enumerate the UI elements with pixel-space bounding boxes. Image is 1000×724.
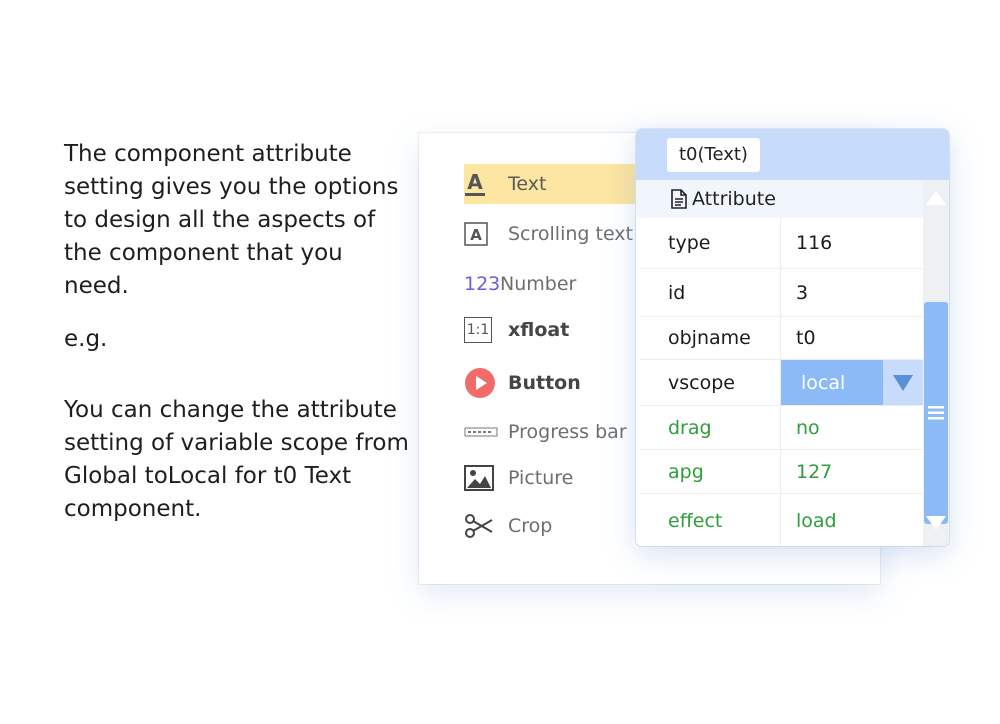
- scroll-up-arrow-icon[interactable]: [926, 191, 946, 205]
- scrolling-text-icon: A: [464, 222, 498, 246]
- tool-item-text[interactable]: A Text: [464, 164, 639, 204]
- progress-bar-icon: [464, 427, 498, 437]
- tool-label: Number: [500, 273, 577, 295]
- tool-item-crop[interactable]: Crop: [464, 506, 664, 546]
- attribute-value[interactable]: no: [781, 406, 923, 449]
- description-paragraph-3: You can change the attribute setting of …: [64, 397, 409, 522]
- attribute-value[interactable]: 3: [781, 269, 923, 316]
- attribute-section-label: Attribute: [692, 188, 776, 210]
- attribute-key: id: [640, 269, 781, 316]
- vscope-value: local: [801, 371, 846, 394]
- attribute-key: type: [640, 218, 781, 268]
- dropdown-toggle[interactable]: [883, 360, 923, 405]
- scrollbar-thumb[interactable]: [924, 302, 948, 524]
- scissors-icon: [464, 513, 498, 539]
- attribute-row-apg[interactable]: apg 127: [640, 450, 923, 494]
- scroll-down-arrow-icon[interactable]: [926, 516, 946, 530]
- attribute-scrollbar[interactable]: [923, 180, 949, 546]
- attribute-key: drag: [640, 406, 781, 449]
- number-123-icon: 123: [464, 273, 501, 295]
- attribute-row-type[interactable]: type 116: [640, 218, 923, 269]
- attribute-value[interactable]: 127: [781, 450, 923, 493]
- attribute-row-objname[interactable]: objname t0: [640, 317, 923, 360]
- tool-label: xfloat: [508, 319, 570, 341]
- attribute-key: vscope: [640, 360, 781, 405]
- svg-text:A: A: [470, 226, 482, 244]
- attribute-panel-header: t0(Text): [636, 129, 949, 180]
- attribute-row-vscope[interactable]: vscope local: [640, 360, 923, 406]
- tool-item-picture[interactable]: Picture: [464, 458, 664, 498]
- attribute-table: type 116 id 3 objname t0 vscope local dr…: [640, 218, 923, 546]
- tool-item-xfloat[interactable]: 1:1 xfloat: [464, 310, 664, 350]
- play-button-icon: [464, 367, 498, 399]
- vscope-select[interactable]: local: [781, 360, 923, 405]
- attribute-panel: t0(Text) Attribute type 116 id 3 objname…: [636, 129, 949, 546]
- attribute-key: objname: [640, 317, 781, 359]
- picture-icon: [464, 465, 498, 491]
- grip-lines-icon: [928, 406, 944, 420]
- text-underline-icon: A: [464, 171, 498, 197]
- attribute-row-effect[interactable]: effect load: [640, 494, 923, 546]
- attribute-value[interactable]: load: [781, 494, 923, 546]
- attribute-row-drag[interactable]: drag no: [640, 406, 923, 450]
- triangle-down-icon: [893, 374, 913, 391]
- svg-text:A: A: [467, 171, 483, 194]
- attribute-value[interactable]: 116: [781, 218, 923, 268]
- tool-item-progress-bar[interactable]: Progress bar: [464, 412, 664, 452]
- tool-label: Text: [508, 173, 547, 195]
- tool-label: Button: [508, 372, 581, 394]
- object-title: t0(Text): [667, 138, 760, 172]
- attribute-key: effect: [640, 494, 781, 546]
- tool-label: Scrolling text: [508, 223, 634, 245]
- attribute-key: apg: [640, 450, 781, 493]
- description-paragraph-2: e.g.: [64, 326, 108, 352]
- document-icon: [671, 189, 687, 209]
- ratio-1-1-icon: 1:1: [464, 317, 498, 343]
- attribute-section-header: Attribute: [636, 180, 949, 218]
- tool-label: Crop: [508, 515, 553, 537]
- tool-item-scrolling-text[interactable]: A Scrolling text: [464, 214, 664, 254]
- attribute-value[interactable]: t0: [781, 317, 923, 359]
- tool-label: Progress bar: [508, 421, 627, 443]
- tool-item-button[interactable]: Button: [464, 363, 664, 403]
- tool-item-number[interactable]: 123 Number: [464, 264, 664, 304]
- attribute-row-id[interactable]: id 3: [640, 269, 923, 317]
- description-paragraph-1: The component attribute setting gives yo…: [64, 141, 399, 299]
- tool-label: Picture: [508, 467, 574, 489]
